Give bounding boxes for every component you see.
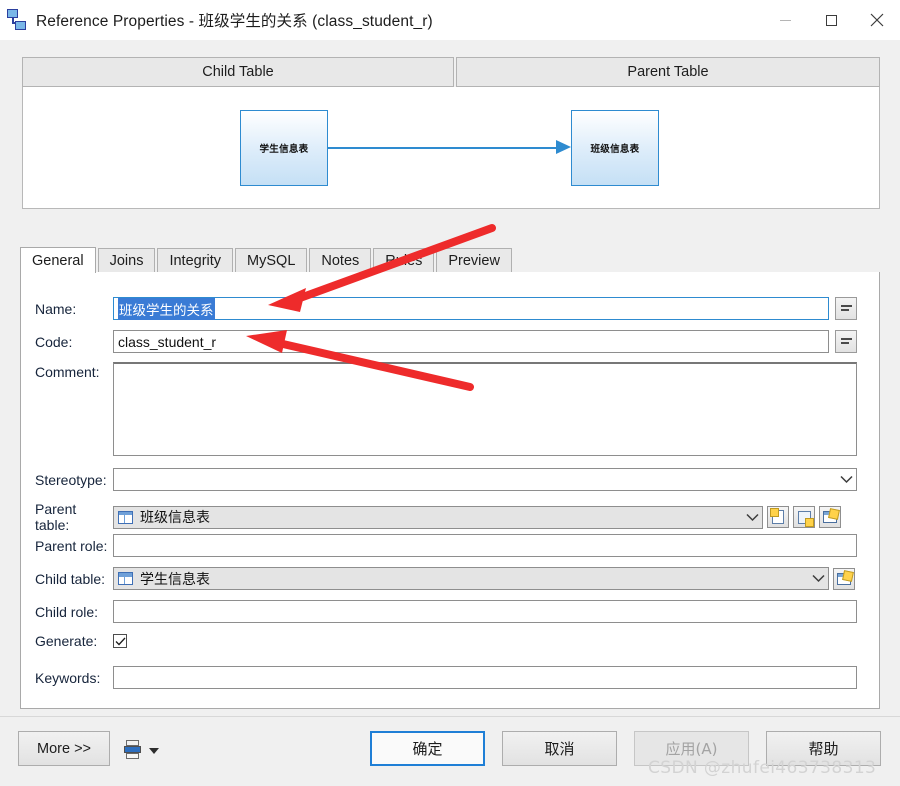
minimize-button[interactable]	[762, 0, 808, 40]
tab-joins-label: Joins	[109, 252, 144, 269]
parent-role-input[interactable]	[113, 534, 857, 557]
code-equals-button[interactable]	[835, 330, 857, 353]
comment-label: Comment:	[35, 364, 100, 380]
keywords-input[interactable]	[113, 666, 857, 689]
tab-mysql-label: MySQL	[247, 252, 296, 269]
keywords-label: Keywords:	[35, 669, 101, 686]
code-input-value: class_student_r	[118, 333, 217, 350]
window-title: Reference Properties - 班级学生的关系 (class_st…	[36, 13, 433, 30]
tab-rules[interactable]: Rules	[373, 248, 435, 272]
parent-table-node[interactable]: 班级信息表	[571, 110, 659, 186]
new-document-icon[interactable]	[767, 506, 789, 528]
ok-button[interactable]: 确定	[370, 731, 485, 766]
generate-checkbox[interactable]	[113, 634, 127, 648]
parent-role-row: Parent role:	[21, 534, 857, 557]
preview-canvas: 学生信息表 班级信息表	[22, 87, 880, 209]
child-table-label: Child table:	[35, 570, 106, 587]
close-icon[interactable]	[854, 0, 900, 40]
maximize-button[interactable]	[808, 0, 854, 40]
code-row: Code: class_student_r	[21, 330, 857, 353]
child-table-row: Child table: 学生信息表	[21, 567, 855, 590]
tab-integrity-label: Integrity	[169, 252, 222, 269]
relationship-preview: Child Table Parent Table 学生信息表 班级信息表	[22, 57, 880, 209]
tab-mysql[interactable]: MySQL	[235, 248, 308, 272]
code-input[interactable]: class_student_r	[113, 330, 829, 353]
relationship-line	[328, 147, 560, 149]
tab-joins[interactable]: Joins	[97, 248, 156, 272]
parent-table-value: 班级信息表	[140, 510, 210, 526]
tab-integrity[interactable]: Integrity	[157, 248, 234, 272]
tab-general[interactable]: General	[20, 247, 96, 273]
browse-magnifier-icon[interactable]	[793, 506, 815, 528]
reference-properties-dialog: Reference Properties - 班级学生的关系 (class_st…	[0, 0, 900, 786]
title-bar: Reference Properties - 班级学生的关系 (class_st…	[0, 0, 900, 40]
child-table-value: 学生信息表	[140, 571, 210, 588]
more-button[interactable]: More >>	[18, 731, 110, 766]
print-icon[interactable]	[124, 740, 141, 759]
watermark-text: CSDN @zhufei463738313	[648, 758, 877, 778]
tab-preview-label: Preview	[448, 252, 500, 269]
generate-row: Generate:	[21, 633, 127, 649]
child-role-row: Child role:	[21, 600, 857, 623]
name-label: Name:	[35, 300, 77, 317]
chevron-down-icon[interactable]	[836, 469, 856, 490]
tab-notes-label: Notes	[321, 252, 360, 269]
code-label: Code:	[35, 333, 73, 350]
stereotype-combobox[interactable]	[113, 468, 857, 491]
name-row: Name: 班级学生的关系	[21, 297, 857, 320]
tab-strip: General Joins Integrity MySQL Notes Rule…	[20, 247, 880, 273]
parent-table-header: Parent Table	[456, 57, 880, 87]
reference-link-icon	[6, 9, 28, 31]
table-icon	[118, 510, 133, 524]
stereotype-label: Stereotype:	[35, 471, 107, 488]
child-table-node[interactable]: 学生信息表	[240, 110, 328, 186]
window-controls	[762, 0, 900, 40]
stereotype-row: Stereotype:	[21, 468, 857, 491]
tab-notes[interactable]: Notes	[309, 248, 372, 272]
parent-table-row: Parent table: 班级信息表	[21, 501, 841, 533]
child-table-node-label: 学生信息表	[259, 144, 309, 155]
child-role-label: Child role:	[35, 603, 99, 620]
tab-preview[interactable]: Preview	[436, 248, 512, 272]
relationship-arrow-icon	[556, 140, 571, 154]
generate-label: Generate:	[35, 633, 98, 649]
caret-down-icon[interactable]	[149, 748, 159, 754]
properties-icon[interactable]	[819, 506, 841, 528]
tab-rules-label: Rules	[385, 252, 423, 269]
name-input[interactable]: 班级学生的关系	[113, 297, 829, 320]
parent-role-label: Parent role:	[35, 537, 108, 554]
chevron-down-icon[interactable]	[742, 507, 762, 528]
parent-table-combobox[interactable]: 班级信息表	[113, 505, 763, 529]
name-input-value: 班级学生的关系	[118, 297, 215, 320]
chevron-down-icon[interactable]	[808, 568, 828, 589]
parent-table-node-label: 班级信息表	[590, 144, 640, 155]
table-icon	[118, 572, 133, 585]
properties-icon[interactable]	[833, 567, 855, 590]
child-table-header: Child Table	[22, 57, 454, 87]
keywords-row: Keywords:	[21, 666, 857, 689]
cancel-button[interactable]: 取消	[502, 731, 617, 766]
comment-textarea[interactable]	[113, 362, 857, 456]
general-tab-panel: Name: 班级学生的关系 Code: class_student_r Comm…	[20, 272, 880, 709]
child-table-combobox[interactable]: 学生信息表	[113, 567, 829, 590]
parent-table-label: Parent table:	[35, 501, 77, 533]
tab-general-label: General	[32, 252, 84, 269]
child-role-input[interactable]	[113, 600, 857, 623]
name-equals-button[interactable]	[835, 297, 857, 320]
comment-row: Comment:	[21, 362, 857, 456]
